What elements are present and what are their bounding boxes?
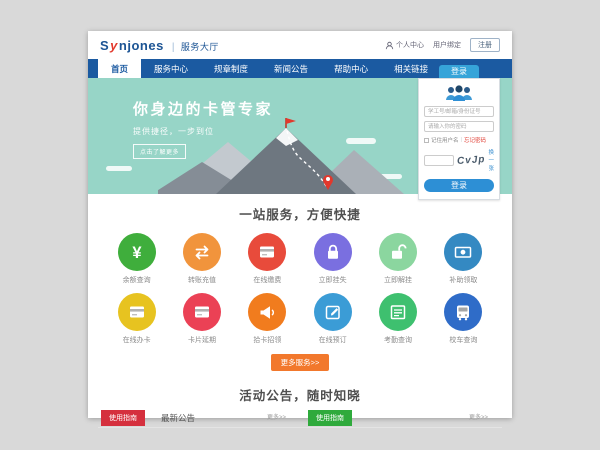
banknote-icon (453, 242, 473, 262)
hero-cta-button[interactable]: 点击了解更多 (133, 144, 186, 159)
logo-separator: | (172, 42, 175, 53)
user-binding-label: 用户绑定 (433, 40, 461, 50)
announcements-section: 活动公告，随时知晓 使用指南 最新公告 更多>> 使用指南 更多>> (88, 385, 512, 428)
service-online-card-apply[interactable]: 在线办卡 (104, 293, 169, 345)
service-card-extension[interactable]: 卡片延期 (169, 293, 234, 345)
screenshot-canvas: Synjones | 服务大厅 个人中心 用户绑定 注册 首页 服务中心 规章制… (0, 0, 600, 450)
logo-accent: y (110, 38, 118, 53)
announcement-right-column: 使用指南 更多>> (300, 412, 502, 427)
service-attendance-query[interactable]: 考勤查询 (365, 293, 430, 345)
personal-center-label: 个人中心 (396, 40, 424, 50)
hero-subtitle: 提供捷径，一步到位 (133, 126, 273, 137)
register-button[interactable]: 注册 (470, 38, 500, 52)
hero-title: 你身边的卡管专家 (133, 98, 273, 119)
logo[interactable]: Synjones | 服务大厅 (100, 38, 219, 53)
password-input[interactable] (424, 121, 494, 132)
service-report-loss[interactable]: 立即挂失 (300, 233, 365, 285)
lock-icon (323, 242, 343, 262)
nav-item-help-center[interactable]: 帮助中心 (321, 59, 381, 78)
login-submit-button[interactable]: 登录 (424, 179, 494, 192)
forgot-password-link[interactable]: 忘记密码 (464, 136, 486, 144)
service-unfreeze[interactable]: 立即解挂 (365, 233, 430, 285)
captcha-image[interactable]: CvJp (457, 154, 486, 167)
service-found-card-claim[interactable]: 拾卡招领 (235, 293, 300, 345)
nav-item-regulations[interactable]: 规章制度 (201, 59, 261, 78)
usage-guide-ribbon-green[interactable]: 使用指南 (308, 410, 352, 426)
login-form: 记住用户名 | 忘记密码 CvJp 换一张 登录 (418, 78, 500, 200)
nav-item-service-center[interactable]: 服务中心 (141, 59, 201, 78)
svg-text:¥: ¥ (132, 244, 142, 262)
login-panel: 登录 记住用户名 | 忘记密码 CvJp 换一张 (418, 65, 500, 200)
edit-icon (323, 302, 343, 322)
service-online-payment[interactable]: 在线缴费 (235, 233, 300, 285)
services-title: 一站服务，方便快捷 (88, 204, 512, 223)
site-name: 服务大厅 (181, 40, 219, 53)
usage-guide-ribbon-red[interactable]: 使用指南 (101, 410, 145, 426)
more-link-left[interactable]: 更多>> (267, 412, 286, 424)
megaphone-icon (257, 302, 277, 322)
logo-text-rest: njones (119, 38, 164, 53)
logo-text: S (100, 38, 109, 53)
username-input[interactable] (424, 106, 494, 117)
list-icon (388, 302, 408, 322)
yen-icon: ¥ (126, 241, 148, 263)
unlock-icon (388, 242, 408, 262)
card-icon (127, 302, 147, 322)
more-link-right[interactable]: 更多>> (469, 412, 488, 424)
announcement-left-column: 使用指南 最新公告 更多>> (98, 412, 300, 427)
more-services-button[interactable]: 更多服务>> (271, 354, 329, 371)
hero-copy: 你身边的卡管专家 提供捷径，一步到位 点击了解更多 (133, 98, 273, 159)
personal-center-link[interactable]: 个人中心 (385, 40, 424, 50)
nav-item-home[interactable]: 首页 (98, 59, 141, 78)
service-grid: ¥ 余额查询 转账充值 在线缴费 立即挂失 (88, 233, 512, 345)
announcement-tabs-row: 使用指南 最新公告 更多>> 使用指南 更多>> (98, 412, 502, 428)
divider: | (461, 137, 462, 143)
nav-item-news[interactable]: 新闻公告 (261, 59, 321, 78)
service-school-bus-query[interactable]: 校车查询 (431, 293, 496, 345)
services-section: 一站服务，方便快捷 ¥ 余额查询 转账充值 在线缴费 (88, 194, 512, 371)
bus-icon (453, 302, 473, 322)
service-subsidy-collection[interactable]: 补助领取 (431, 233, 496, 285)
users-avatar-icon (444, 85, 474, 102)
card-icon (192, 302, 212, 322)
captcha-input[interactable] (424, 155, 454, 166)
site-header: Synjones | 服务大厅 个人中心 用户绑定 注册 (88, 31, 512, 59)
service-balance-inquiry[interactable]: ¥ 余额查询 (104, 233, 169, 285)
user-binding-link[interactable]: 用户绑定 (433, 40, 461, 50)
person-icon (385, 41, 394, 50)
captcha-row: CvJp 换一张 (424, 148, 494, 172)
service-online-booking[interactable]: 在线预订 (300, 293, 365, 345)
login-tab[interactable]: 登录 (439, 65, 479, 78)
header-links: 个人中心 用户绑定 注册 (385, 38, 500, 52)
remember-label: 记住用户名 (431, 136, 459, 144)
cloud-shape (106, 166, 132, 171)
announcements-title: 活动公告，随时知晓 (88, 385, 512, 404)
remember-checkbox[interactable] (424, 138, 429, 143)
service-transfer-recharge[interactable]: 转账充值 (169, 233, 234, 285)
remember-row: 记住用户名 | 忘记密码 (424, 136, 494, 144)
card-icon (257, 242, 277, 262)
latest-announcements-tab[interactable]: 最新公告 (161, 412, 195, 424)
transfer-icon (192, 242, 212, 262)
captcha-refresh-link[interactable]: 换一张 (488, 148, 494, 172)
webpage: Synjones | 服务大厅 个人中心 用户绑定 注册 首页 服务中心 规章制… (88, 31, 512, 418)
